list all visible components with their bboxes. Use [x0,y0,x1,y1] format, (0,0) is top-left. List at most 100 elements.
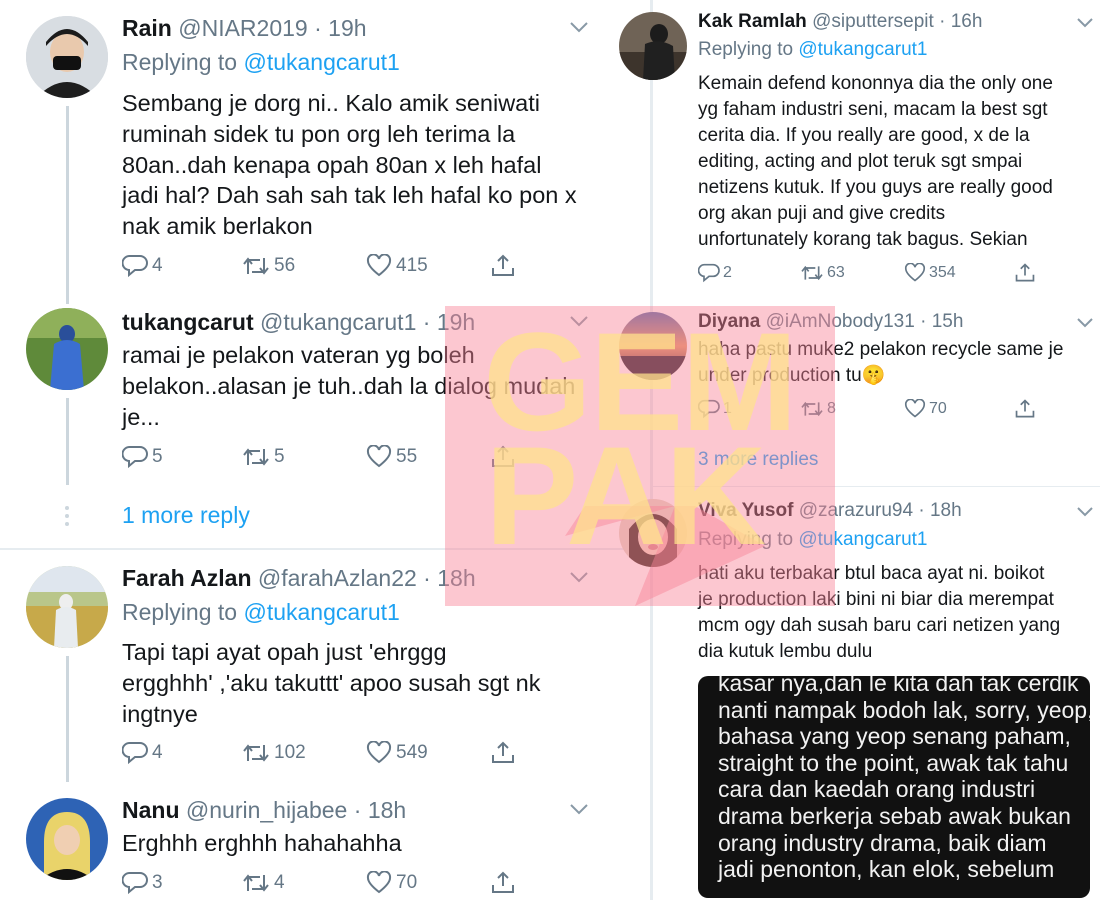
timestamp[interactable]: 18h [437,565,475,591]
avatar[interactable] [619,499,687,567]
author-name[interactable]: Viva Yusof [698,500,793,521]
tweet-actions: 2 63 354 [698,262,1036,284]
heart-icon [366,741,392,764]
more-replies-link[interactable]: 3 more replies [698,448,818,472]
timestamp[interactable]: 19h [437,309,475,335]
timestamp[interactable]: 15h [932,311,964,332]
author-handle[interactable]: @zarazuru94 [799,500,913,521]
replying-to-handle[interactable]: @tukangcarut1 [798,529,927,550]
retweet-button[interactable]: 63 [800,263,904,283]
tweet-actions: 3 4 70 [122,870,516,896]
tweet-viva-yusof[interactable]: Viva Yusof @zarazuru94 · 18h Replying to… [619,487,1100,900]
like-button[interactable]: 354 [904,263,1014,283]
timestamp[interactable]: 16h [951,11,983,32]
reply-count: 5 [152,446,163,467]
retweet-button[interactable]: 56 [242,254,366,278]
heart-icon [904,263,926,282]
replying-to-handle[interactable]: @tukangcarut1 [243,599,399,625]
avatar[interactable] [26,308,108,390]
author-handle[interactable]: @NIAR2019 [178,15,307,41]
tweet-farah-azlan[interactable]: Farah Azlan @farahAzlan22 · 18h Replying… [0,550,650,782]
share-icon [492,445,514,467]
share-button[interactable] [490,740,516,766]
like-button[interactable]: 70 [904,399,1014,419]
like-button[interactable]: 70 [366,871,490,895]
tweet-tukangcarut[interactable]: tukangcarut @tukangcarut1 · 19h ramai je… [0,300,650,485]
tweet-kak-ramlah[interactable]: Kak Ramlah @siputtersepit · 16h Replying… [619,0,1100,300]
replying-to-handle[interactable]: @tukangcarut1 [798,39,927,60]
author-handle[interactable]: @tukangcarut1 [260,309,416,335]
reply-count: 1 [723,400,732,417]
retweet-button[interactable]: 8 [800,399,904,419]
timestamp[interactable]: 18h [368,797,406,823]
like-count: 415 [396,255,428,276]
retweet-button[interactable]: 102 [242,741,366,765]
author-name[interactable]: Kak Ramlah [698,11,807,32]
author-handle[interactable]: @iAmNobody131 [766,311,915,332]
tweet-rain[interactable]: Rain @NIAR2019 · 19h Replying to @tukang… [0,0,650,304]
retweet-count: 63 [827,264,845,281]
share-icon [1015,263,1035,282]
reply-button[interactable]: 4 [122,741,242,765]
replying-to-handle[interactable]: @tukangcarut1 [243,49,399,75]
reply-icon [122,446,148,469]
reply-count: 2 [723,264,732,281]
reply-icon [122,872,148,895]
tweet-actions: 5 5 55 [122,444,516,470]
tweet-actions: 4 102 549 [122,740,516,766]
reply-button[interactable]: 3 [122,871,242,895]
chevron-down-icon[interactable] [569,314,589,333]
retweet-count: 5 [274,446,285,467]
reply-button[interactable]: 5 [122,445,242,469]
tweet-nanu[interactable]: Nanu @nurin_hijabee · 18h Erghhh erghhh … [0,782,650,900]
thread-line [66,656,69,782]
author-name[interactable]: Rain [122,15,172,41]
avatar[interactable] [26,798,108,880]
author-handle[interactable]: @farahAzlan22 [258,565,417,591]
avatar[interactable] [619,312,687,380]
timestamp[interactable]: 18h [930,500,962,521]
share-button[interactable] [490,870,516,896]
chevron-down-icon[interactable] [569,570,589,589]
attached-screenshot[interactable]: kasar nya,dah le kita dah tak cerdik nan… [698,676,1090,898]
reply-button[interactable]: 2 [698,263,800,283]
author-name[interactable]: Nanu [122,797,180,823]
like-button[interactable]: 55 [366,445,490,469]
retweet-button[interactable]: 4 [242,871,366,895]
chevron-down-icon[interactable] [569,20,589,39]
chevron-down-icon[interactable] [1076,315,1094,333]
like-count: 354 [929,264,956,281]
share-button[interactable] [490,444,516,470]
avatar[interactable] [26,566,108,648]
retweet-icon [801,265,823,281]
replying-to-label: Replying to [698,529,794,550]
reply-button[interactable]: 1 [698,399,800,419]
reply-count: 4 [152,742,163,763]
avatar[interactable] [26,16,108,98]
author-name[interactable]: Diyana [698,311,760,332]
reply-button[interactable]: 4 [122,254,242,278]
chevron-down-icon[interactable] [1076,504,1094,522]
reply-count: 3 [152,872,163,893]
reply-icon [122,742,148,765]
like-button[interactable]: 549 [366,741,490,765]
avatar[interactable] [619,12,687,80]
author-handle[interactable]: @nurin_hijabee [186,797,347,823]
more-replies-link[interactable]: 1 more reply [122,501,250,529]
like-button[interactable]: 415 [366,254,490,278]
share-button[interactable] [1014,398,1036,420]
tweet-text: Tapi tapi ayat opah just 'ehrggg ergghhh… [122,639,541,727]
tweet-diyana[interactable]: Diyana @iAmNobody131 · 15h haha pastu mu… [619,300,1100,486]
author-name[interactable]: Farah Azlan [122,565,252,591]
share-button[interactable] [490,253,516,279]
author-handle[interactable]: @siputtersepit [812,11,934,32]
tweet-actions: 1 8 70 [698,398,1036,420]
retweet-icon [243,744,269,762]
share-button[interactable] [1014,262,1036,284]
chevron-down-icon[interactable] [569,802,589,821]
retweet-button[interactable]: 5 [242,445,366,469]
like-count: 70 [929,400,947,417]
author-name[interactable]: tukangcarut [122,309,254,335]
chevron-down-icon[interactable] [1076,15,1094,33]
timestamp[interactable]: 19h [328,15,366,41]
